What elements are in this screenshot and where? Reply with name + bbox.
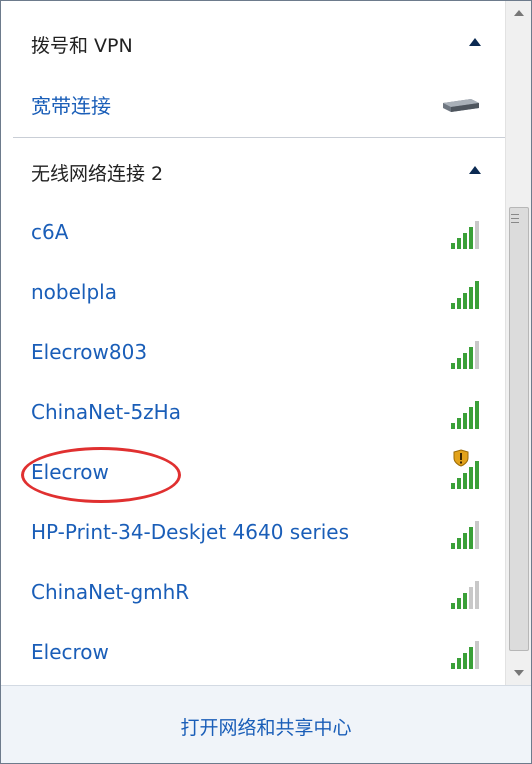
scroll-up-arrow-icon[interactable] (506, 1, 531, 25)
network-name: c6A (31, 220, 69, 244)
security-shield-warning-icon (453, 449, 469, 467)
vertical-scrollbar[interactable] (505, 1, 531, 685)
network-name: nobelpla (31, 280, 117, 304)
network-item[interactable]: c6A (13, 205, 493, 261)
section-title-dialup: 拨号和 VPN (31, 35, 133, 57)
connection-list: 拨号和 VPN 宽带连接 无线网络连接 2 c6A nobelpla Elecrow… (1, 1, 505, 685)
network-item[interactable]: Elecrow (13, 625, 493, 681)
network-item[interactable]: ChinaNet-5zHa (13, 385, 493, 441)
broadband-modem-icon (443, 99, 479, 112)
section-header-dialup[interactable]: 拨号和 VPN (13, 13, 493, 71)
broadband-connection-label: 宽带连接 (31, 94, 111, 118)
network-name: HP-Print-34-Deskjet 4640 series (31, 520, 350, 544)
list-item-broadband[interactable]: 宽带连接 (13, 75, 493, 131)
scrollbar-grip-icon (511, 214, 519, 215)
section-header-wireless[interactable]: 无线网络连接 2 (13, 141, 493, 199)
network-item[interactable]: nobelpla (13, 265, 493, 321)
open-network-sharing-center-link[interactable]: 打开网络和共享中心 (1, 713, 531, 740)
wifi-signal-strength-icon (451, 579, 485, 609)
section-title-wireless: 无线网络连接 2 (31, 163, 164, 185)
network-name: ChinaNet-gmhR (31, 580, 190, 604)
wifi-signal-strength-icon (451, 339, 485, 369)
network-item[interactable]: HP-Print-34-Deskjet 4640 series (13, 505, 493, 561)
wifi-signal-strength-icon (451, 279, 485, 309)
network-name: Elecrow803 (31, 340, 148, 364)
chevron-up-icon[interactable] (469, 38, 481, 46)
red-ellipse-annotation (21, 447, 181, 503)
network-item[interactable]: ChinaNet-gmhR (13, 565, 493, 621)
chevron-up-icon[interactable] (469, 166, 481, 174)
footer: 打开网络和共享中心 (1, 685, 531, 763)
scrollbar-thumb[interactable] (509, 207, 529, 651)
network-name: ChinaNet-5zHa (31, 400, 181, 424)
scroll-down-arrow-icon[interactable] (506, 661, 531, 685)
section-divider (13, 137, 505, 138)
wifi-signal-strength-icon (451, 399, 485, 429)
wifi-signal-strength-icon (451, 639, 485, 669)
network-item[interactable]: Elecrow803 (13, 325, 493, 381)
wifi-signal-strength-icon (451, 519, 485, 549)
network-flyout: 拨号和 VPN 宽带连接 无线网络连接 2 c6A nobelpla Elecrow… (0, 0, 532, 764)
wifi-signal-strength-icon (451, 219, 485, 249)
network-name: Elecrow (31, 640, 109, 664)
